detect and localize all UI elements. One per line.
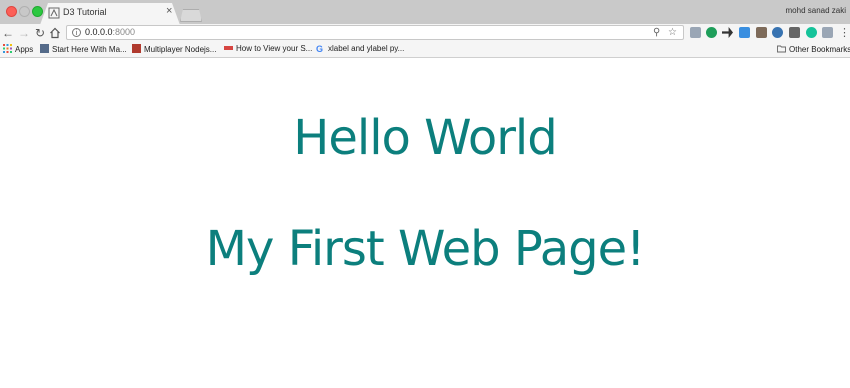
bookmark-favicon-icon <box>40 44 49 53</box>
tab-close-icon[interactable]: × <box>166 5 172 17</box>
reload-icon[interactable]: ↻ <box>33 26 47 40</box>
bookmark-star-icon[interactable]: ☆ <box>668 27 677 39</box>
bookmark-start-here[interactable]: Start Here With Ma... <box>40 44 127 54</box>
address-bar[interactable]: i 0.0.0.0:8000 ⚲ ☆ <box>66 25 684 40</box>
tab-favicon-icon <box>48 7 60 19</box>
window-maximize-button[interactable] <box>32 6 43 17</box>
bookmark-label: How to View your S... <box>236 44 313 53</box>
heading-first-web-page: My First Web Page! <box>205 221 646 277</box>
folder-icon <box>777 45 786 53</box>
apps-grid-icon <box>3 44 12 53</box>
extension-dark-icon[interactable] <box>789 27 800 38</box>
tab-active[interactable] <box>40 3 180 25</box>
info-icon[interactable]: i <box>72 28 81 37</box>
tab-title: D3 Tutorial <box>63 7 107 17</box>
forward-arrow-icon[interactable]: → <box>17 26 31 40</box>
menu-kebab-icon[interactable]: ⋮ <box>839 26 850 40</box>
tab-strip: D3 Tutorial × mohd sanad zaki <box>0 0 850 25</box>
bookmark-label: Multiplayer Nodejs... <box>144 45 217 54</box>
other-bookmarks[interactable]: Other Bookmarks <box>777 44 850 54</box>
bookmark-how-to-view[interactable]: How to View your S... <box>224 44 312 53</box>
back-arrow-icon[interactable]: ← <box>1 26 15 40</box>
page-content: Hello World My First Web Page! <box>0 58 850 388</box>
window-close-button[interactable] <box>6 6 17 17</box>
extension-translate-icon[interactable] <box>690 27 701 38</box>
window-minimize-button[interactable] <box>19 6 30 17</box>
profile-name[interactable]: mohd sanad zaki <box>786 6 846 15</box>
url-port: :8000 <box>112 27 136 37</box>
heading-hello-world: Hello World <box>293 110 557 166</box>
bookmark-favicon-icon <box>224 46 233 50</box>
bookmarks-bar: Apps Start Here With Ma... Multiplayer N… <box>0 42 850 58</box>
bookmark-apps[interactable]: Apps <box>3 44 33 54</box>
bookmark-xlabel[interactable]: Gxlabel and ylabel py... <box>316 44 404 54</box>
bookmark-multiplayer[interactable]: Multiplayer Nodejs... <box>132 44 216 54</box>
url-host: 0.0.0.0 <box>85 27 113 37</box>
bookmark-label: Apps <box>15 45 34 54</box>
other-bookmarks-label: Other Bookmarks <box>789 45 850 54</box>
zoom-icon[interactable]: ⚲ <box>653 27 660 39</box>
extension-grey-icon[interactable] <box>822 27 833 38</box>
extension-grammarly-icon[interactable] <box>806 27 817 38</box>
bookmark-label: Start Here With Ma... <box>52 45 127 54</box>
extension-blue-icon[interactable] <box>739 27 750 38</box>
home-icon[interactable] <box>49 27 61 39</box>
url-text[interactable]: 0.0.0.0:8000 <box>85 27 135 37</box>
extension-plane-icon[interactable] <box>756 27 767 38</box>
bookmark-label: xlabel and ylabel py... <box>328 44 405 53</box>
google-icon: G <box>316 44 324 54</box>
extension-green-icon[interactable] <box>706 27 717 38</box>
extension-python-icon[interactable] <box>772 27 783 38</box>
bookmark-favicon-icon <box>132 44 141 53</box>
new-tab-button[interactable] <box>180 9 202 22</box>
